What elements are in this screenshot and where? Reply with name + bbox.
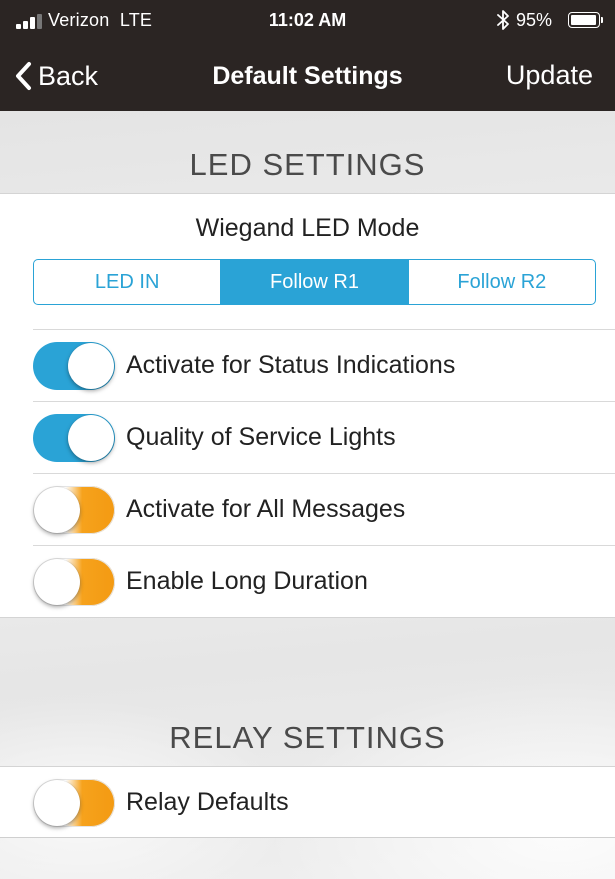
long-duration-label: Enable Long Duration: [126, 567, 368, 595]
navigation-bar: Back Default Settings Update: [0, 42, 615, 111]
long-duration-row: Enable Long Duration: [33, 545, 615, 617]
all-messages-label: Activate for All Messages: [126, 495, 406, 523]
relay-defaults-label: Relay Defaults: [126, 788, 289, 816]
wiegand-led-mode-selector: LED IN Follow R1 Follow R2: [33, 259, 596, 305]
app-screen: Verizon LTE 11:02 AM 95% Back Default Se…: [0, 0, 615, 879]
battery-icon: [568, 12, 604, 30]
long-duration-toggle[interactable]: [33, 558, 115, 606]
top-bar: Verizon LTE 11:02 AM 95% Back Default Se…: [0, 0, 615, 111]
all-messages-row: Activate for All Messages: [33, 473, 615, 545]
wiegand-led-mode-label: Wiegand LED Mode: [195, 214, 420, 242]
relay-defaults-toggle[interactable]: [33, 779, 115, 827]
quality-of-service-toggle[interactable]: [33, 414, 115, 462]
toggle-knob: [34, 559, 80, 605]
toggle-knob: [68, 343, 114, 389]
toggle-knob: [34, 780, 80, 826]
relay-settings-header: RELAY SETTINGS: [169, 720, 446, 755]
battery-percent: 95%: [516, 10, 553, 30]
update-button[interactable]: Update: [506, 60, 593, 91]
all-messages-toggle[interactable]: [33, 486, 115, 534]
status-indications-row: Activate for Status Indications: [33, 329, 615, 401]
toggle-knob: [34, 487, 80, 533]
led-settings-panel: Wiegand LED Mode LED IN Follow R1 Follow…: [0, 193, 615, 618]
relay-settings-panel: Relay Defaults: [0, 766, 615, 838]
segment-follow-r1[interactable]: Follow R1: [220, 260, 408, 304]
quality-of-service-label: Quality of Service Lights: [126, 423, 396, 451]
segment-led-in[interactable]: LED IN: [34, 260, 220, 304]
status-indications-toggle[interactable]: [33, 342, 115, 390]
battery-fill: [571, 15, 596, 25]
status-indications-label: Activate for Status Indications: [126, 351, 456, 379]
quality-of-service-row: Quality of Service Lights: [33, 401, 615, 473]
led-settings-header: LED SETTINGS: [189, 147, 426, 182]
relay-defaults-row: Relay Defaults: [33, 767, 615, 839]
segment-follow-r2[interactable]: Follow R2: [407, 260, 595, 304]
status-bar: Verizon LTE 11:02 AM 95%: [0, 0, 615, 42]
toggle-knob: [68, 415, 114, 461]
bluetooth-icon: [497, 10, 509, 30]
